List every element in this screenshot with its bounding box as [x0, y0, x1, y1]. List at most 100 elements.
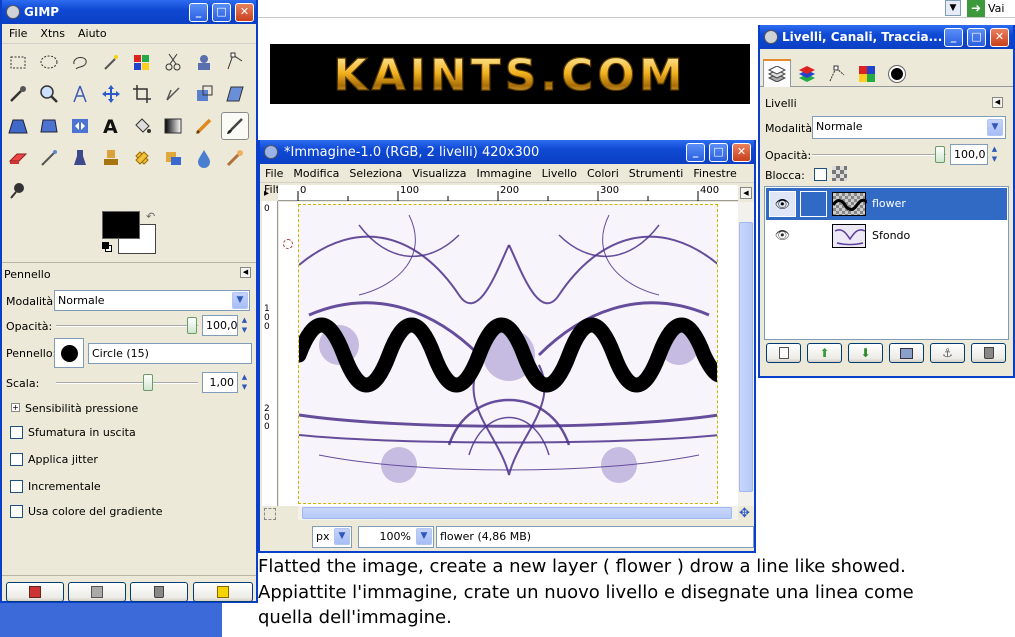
ruler-corner-arrow-icon[interactable]: ▸ — [264, 188, 269, 199]
measure-icon[interactable] — [66, 80, 94, 108]
flower-layer-name[interactable]: flower — [872, 197, 906, 210]
img-menu-immagine[interactable]: Immagine — [472, 164, 537, 180]
maximize-button[interactable]: □ — [212, 3, 231, 22]
default-colors-icon[interactable] — [102, 242, 112, 252]
scale-slider-track[interactable] — [56, 382, 198, 384]
tab-channels[interactable] — [793, 61, 821, 87]
clone-icon[interactable] — [97, 144, 125, 172]
close-button[interactable]: ✕ — [235, 3, 254, 22]
vertical-scrollbar[interactable] — [738, 202, 754, 506]
visibility-eye-icon-sfondo[interactable]: 👁 — [769, 223, 796, 249]
ink-icon[interactable] — [66, 144, 94, 172]
incremental-label[interactable]: Incrementale — [28, 480, 101, 493]
crop-icon[interactable] — [128, 80, 156, 108]
pencil-icon[interactable] — [190, 112, 218, 140]
img-menu-livello[interactable]: Livello — [538, 164, 583, 180]
paintbrush-icon[interactable] — [221, 112, 249, 140]
foreground-select-icon[interactable] — [190, 48, 218, 76]
perspective-icon[interactable] — [4, 112, 32, 140]
use-gradient-checkbox[interactable] — [10, 505, 23, 518]
ellipse-select-icon[interactable] — [35, 48, 63, 76]
delete-options-button[interactable] — [130, 582, 188, 602]
zoom-icon[interactable] — [35, 80, 63, 108]
mode-dropdown-arrow-icon[interactable]: ▼ — [232, 292, 248, 309]
apply-jitter-checkbox[interactable] — [10, 453, 23, 466]
scale-spinner[interactable]: ▲ ▼ — [239, 372, 250, 393]
blend-icon[interactable] — [159, 112, 187, 140]
img-menu-visualizza[interactable]: Visualizza — [408, 164, 472, 180]
layers-menu-arrow-icon[interactable]: ◀ — [992, 97, 1003, 108]
chain-link-toggle[interactable] — [800, 191, 827, 217]
eraser-icon[interactable] — [4, 144, 32, 172]
opacity-value-field[interactable]: 100,0 — [202, 315, 238, 336]
flip-icon[interactable] — [35, 112, 63, 140]
magic-wand-icon[interactable] — [97, 48, 125, 76]
foreground-color-swatch[interactable] — [102, 211, 140, 239]
img-menu-finestre[interactable]: Finestre — [689, 164, 742, 180]
color-picker-icon[interactable] — [4, 80, 32, 108]
go-button-label[interactable]: Vai — [988, 2, 1004, 15]
pressure-sensitivity-label[interactable]: Sensibilità pressione — [25, 402, 138, 415]
reset-options-button[interactable] — [193, 582, 253, 602]
select-by-color-icon[interactable] — [128, 48, 156, 76]
layers-minimize-button[interactable]: _ — [944, 28, 963, 47]
tab-brushes[interactable] — [883, 61, 911, 87]
blur-icon[interactable] — [190, 144, 218, 172]
lock-alpha-checkbox[interactable] — [814, 168, 827, 181]
menu-file[interactable]: File — [2, 24, 33, 40]
zoom-dropdown-arrow-icon[interactable]: ▼ — [416, 528, 432, 545]
layer-row-sfondo[interactable]: 👁 Sfondo — [766, 220, 1007, 252]
raise-layer-button[interactable]: ⬆ — [807, 343, 842, 363]
delete-layer-button[interactable] — [971, 343, 1006, 363]
layers-close-button[interactable]: ✕ — [990, 28, 1009, 47]
paths-icon[interactable] — [221, 48, 249, 76]
layer-row-flower[interactable]: 👁 flower — [766, 188, 1007, 220]
minimize-button[interactable]: _ — [189, 3, 208, 22]
canvas-area[interactable] — [279, 202, 738, 506]
unit-dropdown-arrow-icon[interactable]: ▼ — [334, 528, 350, 545]
navigate-icon[interactable]: ✥ — [739, 506, 750, 521]
visibility-eye-icon[interactable]: 👁 — [769, 191, 796, 217]
scale-icon[interactable] — [190, 80, 218, 108]
img-menu-file[interactable]: File — [260, 164, 289, 180]
pressure-expander-icon[interactable]: + — [11, 403, 20, 412]
tab-colormap[interactable] — [853, 61, 881, 87]
scale-value-field[interactable]: 1,00 — [202, 372, 238, 393]
navigation-arrow-icon[interactable]: ◀ — [740, 187, 752, 199]
text-tool-icon[interactable]: A — [97, 112, 125, 140]
fade-out-checkbox[interactable] — [10, 426, 23, 439]
anchor-layer-button[interactable]: ⚓ — [930, 343, 965, 363]
new-layer-button[interactable] — [766, 343, 801, 363]
layers-opacity-spinner[interactable]: ▲ ▼ — [989, 144, 1000, 165]
quickmask-toggle-icon[interactable] — [264, 508, 276, 520]
image-canvas[interactable] — [298, 204, 718, 504]
menu-xtns[interactable]: Xtns — [33, 24, 71, 40]
opacity-slider-thumb[interactable] — [187, 317, 197, 334]
duplicate-layer-button[interactable] — [889, 343, 924, 363]
rect-select-icon[interactable] — [4, 48, 32, 76]
horizontal-scroll-thumb[interactable] — [302, 507, 732, 519]
img-menu-modifica[interactable]: Modifica — [289, 164, 345, 180]
image-close-button[interactable]: ✕ — [732, 143, 751, 162]
sfondo-layer-name[interactable]: Sfondo — [872, 229, 910, 242]
image-maximize-button[interactable]: □ — [709, 143, 728, 162]
layers-mode-dropdown-arrow-icon[interactable]: ▼ — [987, 119, 1003, 136]
img-menu-strumenti[interactable]: Strumenti — [625, 164, 690, 180]
mode-select[interactable]: Normale — [54, 290, 250, 311]
opacity-spinner[interactable]: ▲ ▼ — [239, 315, 250, 336]
flip-arrows-icon[interactable] — [66, 112, 94, 140]
save-options-button[interactable] — [6, 582, 64, 602]
go-arrow-icon[interactable]: ➜ — [967, 0, 985, 17]
scale-slider-thumb[interactable] — [143, 374, 153, 391]
brush-preview-button[interactable] — [54, 338, 84, 368]
layers-opacity-slider-thumb[interactable] — [935, 146, 945, 163]
fade-out-label[interactable]: Sfumatura in uscita — [28, 426, 136, 439]
tab-layers[interactable] — [763, 59, 791, 87]
menu-aiuto[interactable]: Aiuto — [71, 24, 113, 40]
image-minimize-button[interactable]: _ — [686, 143, 705, 162]
lower-layer-button[interactable]: ⬇ — [848, 343, 883, 363]
airbrush-icon[interactable] — [35, 144, 63, 172]
address-dropdown-button[interactable]: ▼ — [945, 0, 961, 16]
perspective-clone-icon[interactable] — [159, 144, 187, 172]
dodge-burn-icon[interactable] — [4, 176, 32, 204]
